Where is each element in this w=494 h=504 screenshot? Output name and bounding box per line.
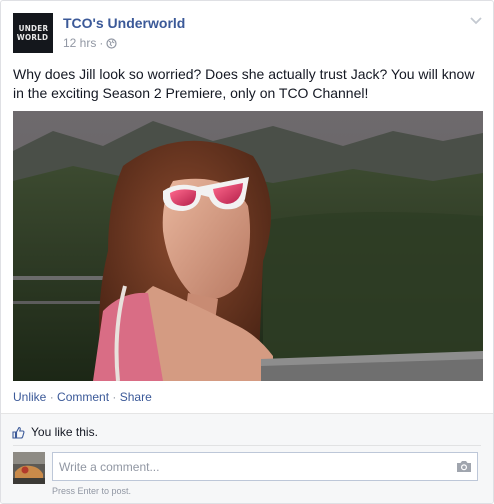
meta-separator: ·: [99, 36, 104, 50]
avatar-text-line1: UNDER: [18, 24, 48, 33]
likes-summary: You like this.: [12, 425, 98, 439]
share-link[interactable]: Share: [120, 390, 152, 404]
post-actions: Unlike · Comment · Share: [13, 390, 152, 404]
page-avatar[interactable]: UNDER WORLD: [13, 13, 53, 53]
page-name-link[interactable]: TCO's Underworld: [63, 15, 185, 31]
avatar-text-line2: WORLD: [17, 33, 49, 42]
unlike-link[interactable]: Unlike: [13, 390, 46, 404]
post-photo[interactable]: [13, 111, 483, 381]
post-meta: 12 hrs ·: [63, 36, 117, 50]
action-separator: ·: [49, 390, 54, 404]
globe-icon[interactable]: [106, 37, 117, 49]
post-text: Why does Jill look so worried? Does she …: [13, 66, 475, 101]
feedback-section: You like this. Press Enter to post.: [1, 413, 493, 503]
comment-link[interactable]: Comment: [57, 390, 109, 404]
chevron-down-icon[interactable]: [469, 13, 483, 27]
user-avatar[interactable]: [13, 452, 45, 484]
post-header: UNDER WORLD TCO's Underworld 12 hrs ·: [13, 13, 483, 53]
timestamp[interactable]: 12 hrs: [63, 36, 96, 50]
action-separator: ·: [112, 390, 117, 404]
comment-hint: Press Enter to post.: [52, 486, 132, 496]
thumbs-up-icon: [12, 426, 25, 439]
comment-input[interactable]: [52, 452, 478, 481]
likes-text[interactable]: You like this.: [31, 425, 98, 439]
post-card: UNDER WORLD TCO's Underworld 12 hrs · Wh…: [0, 0, 494, 504]
divider: [13, 445, 481, 446]
camera-icon[interactable]: [456, 459, 472, 473]
